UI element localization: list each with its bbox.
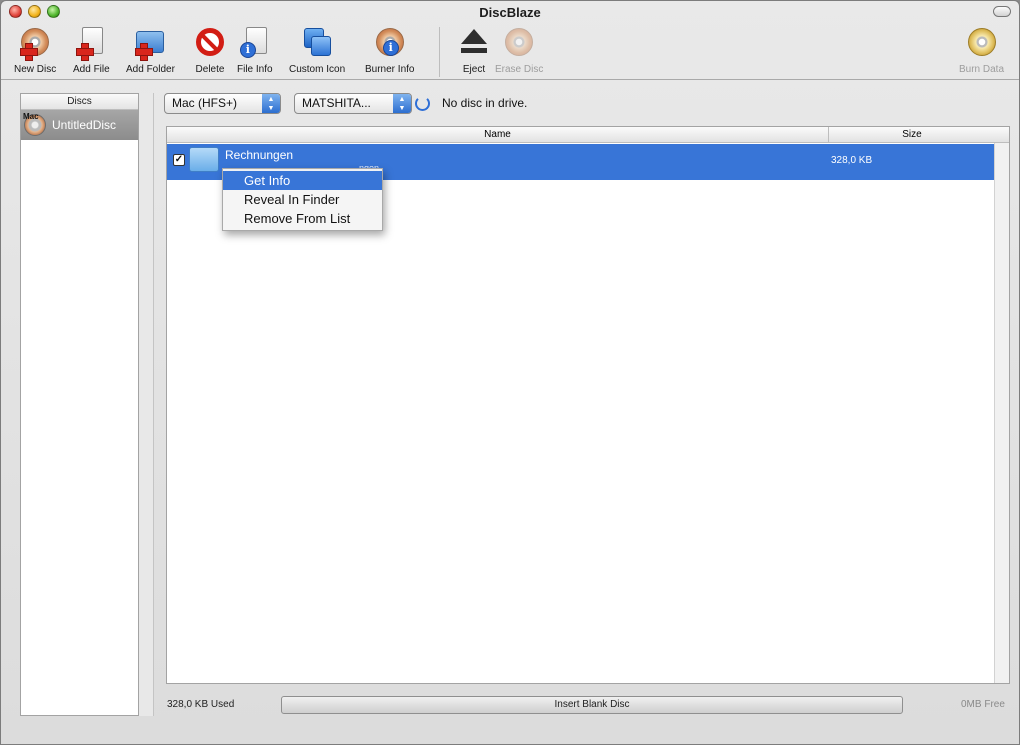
- new-disc-icon: [18, 25, 52, 61]
- burn-data-icon: [965, 25, 999, 59]
- erase-disc-button[interactable]: Erase Disc: [495, 25, 543, 75]
- file-info-label: File Info: [237, 64, 273, 75]
- mac-disc-icon: Mac: [23, 112, 46, 136]
- eject-label: Eject: [462, 64, 486, 75]
- window-controls: [9, 5, 60, 18]
- close-button[interactable]: [9, 5, 22, 18]
- add-folder-label: Add Folder: [126, 64, 175, 75]
- burner-info-button[interactable]: i Burner Info: [365, 25, 414, 75]
- row-size: 328,0 KB: [831, 155, 873, 166]
- disc-badge: Mac: [23, 112, 39, 121]
- menu-item-reveal-in-finder[interactable]: Reveal In Finder: [223, 190, 382, 209]
- sidebar-splitter[interactable]: [139, 93, 154, 716]
- eject-button[interactable]: Eject: [457, 25, 491, 75]
- app-window: DiscBlaze New Disc Add File Add Folder D…: [0, 0, 1020, 745]
- delete-label: Delete: [195, 64, 225, 75]
- file-info-button[interactable]: i File Info: [237, 25, 273, 75]
- used-space-label: 328,0 KB Used: [167, 699, 235, 710]
- custom-icon-icon: [300, 25, 334, 59]
- format-popup-value: Mac (HFS+): [172, 96, 238, 110]
- format-popup[interactable]: Mac (HFS+) ▲ ▼: [164, 93, 281, 114]
- drive-popup-value: MATSHITA...: [302, 96, 371, 110]
- add-file-button[interactable]: Add File: [73, 25, 110, 75]
- add-folder-button[interactable]: Add Folder: [126, 25, 175, 75]
- popup-arrows-icon: ▲ ▼: [262, 94, 280, 113]
- burner-info-label: Burner Info: [365, 64, 415, 75]
- popup-arrows-icon: ▲ ▼: [393, 94, 411, 113]
- context-menu: Get Info Reveal In Finder Remove From Li…: [222, 168, 383, 231]
- column-header-size[interactable]: Size: [830, 127, 994, 142]
- erase-disc-label: Erase Disc: [495, 64, 544, 75]
- include-checkbox[interactable]: ✓: [173, 154, 185, 166]
- free-space-label: 0MB Free: [961, 699, 1005, 710]
- toolbar: New Disc Add File Add Folder Delete i Fi…: [1, 23, 1019, 80]
- sidebar-header: Discs: [21, 94, 138, 110]
- custom-icon-button[interactable]: Custom Icon: [289, 25, 345, 75]
- add-folder-icon: [133, 25, 167, 61]
- new-disc-label: New Disc: [14, 64, 57, 75]
- new-disc-button[interactable]: New Disc: [14, 25, 56, 75]
- add-file-icon: [74, 25, 108, 61]
- insert-blank-disc-button[interactable]: Insert Blank Disc: [281, 696, 903, 714]
- delete-icon: [193, 25, 227, 59]
- erase-disc-icon: [502, 25, 536, 59]
- sidebar-item-untitled-disc[interactable]: Mac UntitledDisc: [21, 110, 138, 140]
- refresh-icon[interactable]: [415, 96, 430, 111]
- menu-item-remove-from-list[interactable]: Remove From List: [223, 209, 382, 228]
- custom-icon-label: Custom Icon: [289, 64, 346, 75]
- discs-sidebar: Discs Mac UntitledDisc: [20, 93, 139, 716]
- drive-popup[interactable]: MATSHITA... ▲ ▼: [294, 93, 412, 114]
- burn-data-label: Burn Data: [959, 64, 1005, 75]
- title-bar: DiscBlaze: [1, 1, 1019, 23]
- eject-icon: [457, 25, 491, 59]
- burn-data-button[interactable]: Burn Data: [959, 25, 1004, 75]
- vertical-scrollbar[interactable]: [994, 143, 1009, 683]
- sidebar-item-label: UntitledDisc: [52, 118, 117, 132]
- delete-button[interactable]: Delete: [193, 25, 227, 75]
- table-header: Name Size: [167, 127, 1009, 143]
- drive-status-text: No disc in drive.: [442, 96, 528, 110]
- window-title: DiscBlaze: [479, 4, 541, 20]
- file-info-icon: i: [238, 25, 272, 59]
- toolbar-toggle-button[interactable]: [993, 6, 1011, 17]
- row-name: Rechnungen: [225, 148, 294, 162]
- minimize-button[interactable]: [28, 5, 41, 18]
- folder-icon: [189, 147, 219, 172]
- zoom-button[interactable]: [47, 5, 60, 18]
- burner-info-icon: i: [373, 25, 407, 59]
- column-header-name[interactable]: Name: [167, 127, 829, 142]
- menu-item-get-info[interactable]: Get Info: [223, 171, 382, 190]
- toolbar-separator: [439, 27, 440, 77]
- add-file-label: Add File: [73, 64, 110, 75]
